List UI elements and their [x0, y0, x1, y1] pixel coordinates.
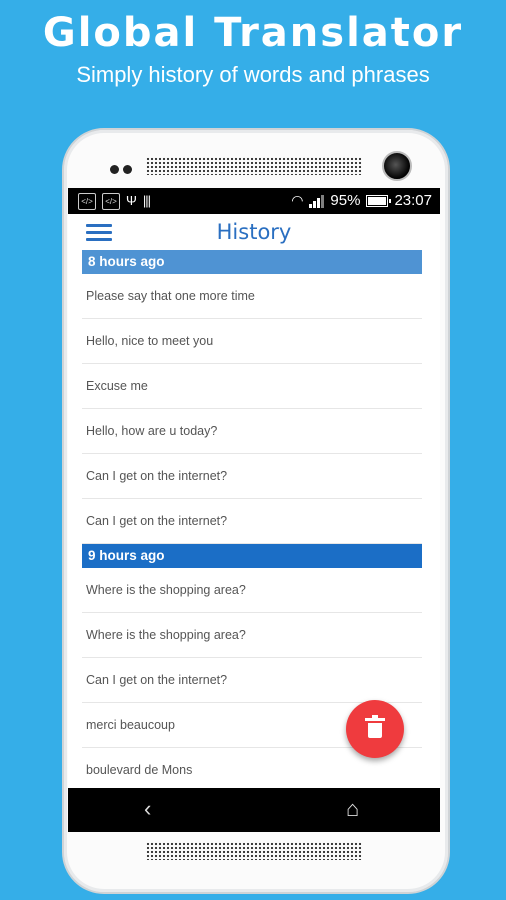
navigation-bar: ‹ ⌂	[68, 788, 440, 832]
history-item[interactable]: Where is the shopping area?	[82, 613, 422, 658]
page-title: History	[216, 220, 292, 244]
code-icon: </>	[102, 193, 120, 210]
back-icon[interactable]: ‹	[144, 796, 151, 822]
usb-icon: Ψ	[126, 193, 137, 208]
battery-icon	[366, 194, 392, 207]
trash-icon	[365, 715, 385, 738]
signal-icon	[309, 194, 325, 208]
barcode-icon: |||	[142, 193, 151, 208]
phone-screen: </> </> Ψ ||| ◠ 95% 23:07 History 8 hour…	[68, 188, 440, 832]
history-item[interactable]: Can I get on the internet?	[82, 454, 422, 499]
section-header: 8 hours ago	[82, 250, 422, 274]
front-camera	[382, 151, 412, 181]
earpiece-speaker	[146, 157, 362, 175]
delete-history-button[interactable]	[346, 700, 404, 758]
promo-title: Global Translator	[42, 10, 464, 56]
history-item[interactable]: Hello, how are u today?	[82, 409, 422, 454]
sensor-dots	[110, 161, 136, 179]
code-icon: </>	[78, 193, 96, 210]
history-item[interactable]: Excuse me	[82, 364, 422, 409]
section-header: 9 hours ago	[82, 544, 422, 568]
bottom-speaker	[146, 842, 362, 860]
history-item[interactable]: Can I get on the internet?	[82, 658, 422, 703]
clock: 23:07	[394, 192, 432, 209]
battery-percent: 95%	[330, 192, 361, 209]
history-item[interactable]: Where is the shopping area?	[82, 568, 422, 613]
history-item[interactable]: Hello, nice to meet you	[82, 319, 422, 364]
promo-subtitle: Simply history of words and phrases	[76, 62, 430, 87]
status-bar: </> </> Ψ ||| ◠ 95% 23:07	[68, 188, 440, 214]
history-item[interactable]: Please say that one more time	[82, 274, 422, 319]
app-bar: History	[68, 214, 440, 246]
history-item[interactable]: Can I get on the internet?	[82, 499, 422, 544]
wifi-icon: ◠	[291, 192, 304, 208]
home-icon[interactable]: ⌂	[346, 796, 359, 822]
